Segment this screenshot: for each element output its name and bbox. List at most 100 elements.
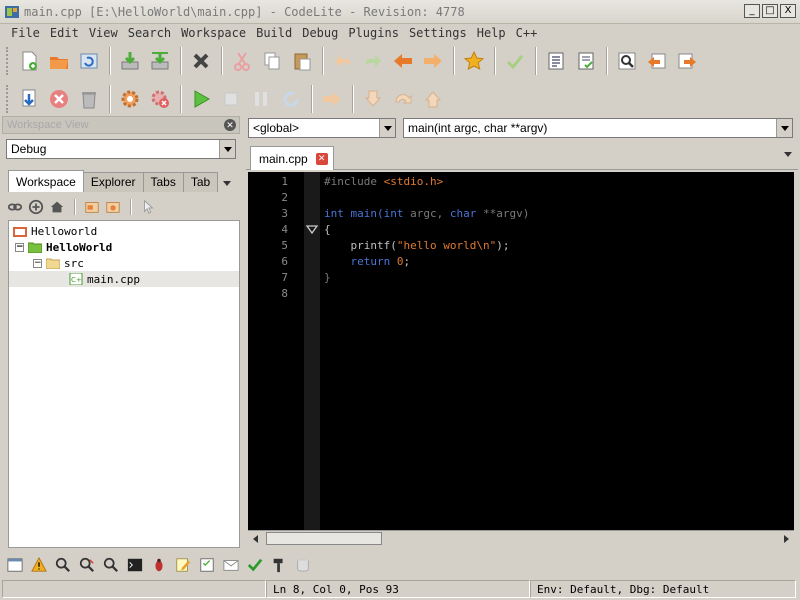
goto-active-project-button[interactable]	[83, 198, 101, 216]
fold-arrow-icon[interactable]	[306, 225, 318, 235]
tab-tabs[interactable]: Tabs	[142, 172, 184, 192]
tree-item-project[interactable]: − HelloWorld	[15, 239, 112, 255]
menu-workspace[interactable]: Workspace	[176, 26, 251, 40]
references-button[interactable]	[100, 554, 122, 576]
pause-button[interactable]	[246, 84, 276, 114]
pointer-button[interactable]	[139, 198, 157, 216]
code-editor[interactable]: 1 #include <stdio.h> 2 3 int main(int ar…	[248, 172, 794, 530]
forward-button[interactable]	[418, 46, 448, 76]
build-config-select[interactable]: Debug	[6, 139, 236, 159]
link-editor-button[interactable]	[6, 198, 24, 216]
scroll-right-icon[interactable]	[778, 531, 794, 546]
workspace-close-icon[interactable]: ✕	[224, 119, 236, 131]
back-button[interactable]	[388, 46, 418, 76]
output-button[interactable]	[4, 554, 26, 576]
tasks-button[interactable]	[571, 46, 601, 76]
find-previous-icon	[648, 53, 666, 69]
build-pane-button[interactable]	[268, 554, 290, 576]
menu-settings[interactable]: Settings	[404, 26, 472, 40]
bookmark-button[interactable]	[459, 46, 489, 76]
tree-item-workspace[interactable]: Helloworld	[13, 223, 97, 239]
chevron-down-icon[interactable]	[379, 119, 395, 137]
collapse-toggle[interactable]: −	[33, 258, 42, 268]
run-button[interactable]	[186, 84, 216, 114]
stop-build-button[interactable]	[44, 84, 74, 114]
outline-button[interactable]	[541, 46, 571, 76]
show-cursor-button[interactable]	[317, 84, 347, 114]
tree-item-file[interactable]: C+ main.cpp	[9, 271, 239, 287]
paste-button[interactable]	[287, 46, 317, 76]
step-out-button[interactable]	[418, 84, 448, 114]
new-file-button[interactable]	[14, 46, 44, 76]
save-button[interactable]	[115, 46, 145, 76]
messages-button[interactable]	[220, 554, 242, 576]
rebuild-button[interactable]	[145, 84, 175, 114]
collapse-toggle[interactable]: −	[15, 242, 24, 252]
undo-button[interactable]	[328, 46, 358, 76]
redo-button[interactable]	[358, 46, 388, 76]
close-tab-icon[interactable]: ✕	[315, 152, 328, 165]
brace-token: {	[324, 223, 331, 236]
tasks-pane-button[interactable]	[196, 554, 218, 576]
copy-button[interactable]	[257, 46, 287, 76]
toolbar-grip[interactable]	[6, 47, 10, 75]
menu-plugins[interactable]: Plugins	[343, 26, 404, 40]
tree-item-folder[interactable]: − src	[33, 255, 84, 271]
save-all-button[interactable]	[145, 46, 175, 76]
scope-select[interactable]: <global>	[248, 118, 396, 138]
menu-edit[interactable]: Edit	[45, 26, 84, 40]
open-folder-button[interactable]	[44, 46, 74, 76]
scroll-left-icon[interactable]	[248, 531, 264, 546]
minimize-button[interactable]: _	[744, 4, 760, 18]
restart-button[interactable]	[276, 84, 306, 114]
database-button[interactable]	[292, 554, 314, 576]
menu-help[interactable]: Help	[472, 26, 511, 40]
chevron-down-icon[interactable]	[219, 140, 235, 158]
check-button[interactable]	[500, 46, 530, 76]
menu-view[interactable]: View	[84, 26, 123, 40]
tab-explorer[interactable]: Explorer	[82, 172, 144, 192]
replace-results-button[interactable]	[76, 554, 98, 576]
notes-button[interactable]	[172, 554, 194, 576]
build-settings-button[interactable]	[115, 84, 145, 114]
menu-debug[interactable]: Debug	[297, 26, 343, 40]
toolbar-grip[interactable]	[6, 85, 10, 113]
stop-button[interactable]	[216, 84, 246, 114]
tabs-menu-chevron-icon[interactable]	[223, 181, 232, 186]
prev-find-button[interactable]	[642, 46, 672, 76]
next-find-button[interactable]	[672, 46, 702, 76]
close-file-button[interactable]	[186, 46, 216, 76]
close-button[interactable]: X	[780, 4, 796, 18]
find-results-button[interactable]	[52, 554, 74, 576]
debugger-button[interactable]	[148, 554, 170, 576]
clean-button[interactable]	[74, 84, 104, 114]
cut-button[interactable]	[227, 46, 257, 76]
step-in-button[interactable]	[358, 84, 388, 114]
task-list-icon	[200, 558, 214, 572]
terminal-button[interactable]	[124, 554, 146, 576]
maximize-button[interactable]: □	[762, 4, 778, 18]
tab-tab-overflow[interactable]: Tab	[182, 172, 219, 192]
menu-build[interactable]: Build	[251, 26, 297, 40]
function-select[interactable]: main(int argc, char **argv)	[403, 118, 793, 138]
menu-file[interactable]: File	[6, 26, 45, 40]
redo-arrow-icon	[366, 55, 381, 67]
go-home-button[interactable]	[48, 198, 66, 216]
warnings-button[interactable]	[28, 554, 50, 576]
scrollbar-thumb[interactable]	[266, 532, 382, 545]
unit-test-button[interactable]	[244, 554, 266, 576]
horizontal-scrollbar[interactable]	[248, 530, 794, 546]
project-settings-button[interactable]	[104, 198, 122, 216]
reload-button[interactable]	[74, 46, 104, 76]
tab-main-cpp[interactable]: main.cpp ✕	[250, 146, 334, 170]
tab-workspace[interactable]: Workspace	[8, 170, 84, 192]
find-button[interactable]	[612, 46, 642, 76]
tabs-dropdown-icon[interactable]	[784, 152, 792, 157]
chevron-down-icon[interactable]	[776, 119, 792, 137]
toolbar-separator	[109, 47, 110, 75]
build-button[interactable]	[14, 84, 44, 114]
step-over-button[interactable]	[388, 84, 418, 114]
menu-search[interactable]: Search	[123, 26, 176, 40]
menu-cpp[interactable]: C++	[511, 26, 543, 40]
expand-all-button[interactable]	[27, 198, 45, 216]
